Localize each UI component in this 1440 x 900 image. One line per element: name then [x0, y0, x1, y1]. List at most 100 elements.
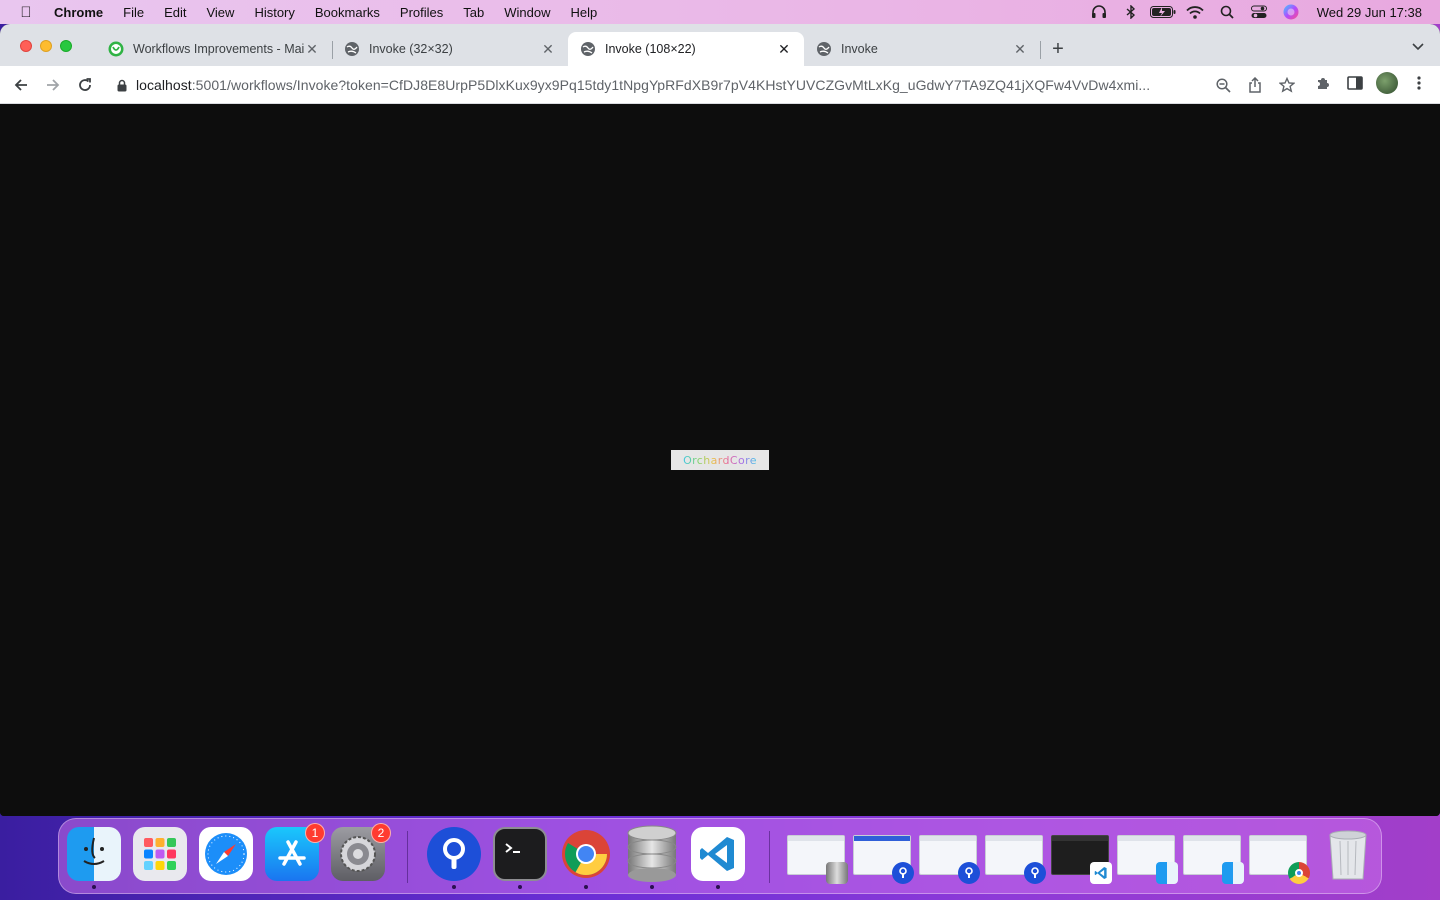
menu-file[interactable]: File [113, 5, 154, 20]
chrome-icon [559, 827, 613, 881]
lock-icon[interactable] [108, 79, 136, 92]
dock-finder[interactable] [67, 827, 123, 889]
tab-separator [1040, 41, 1041, 59]
chrome-menu-icon[interactable] [1406, 70, 1432, 96]
menu-profiles[interactable]: Profiles [390, 5, 453, 20]
menu-bookmarks[interactable]: Bookmarks [305, 5, 390, 20]
finder-icon [67, 827, 121, 881]
close-tab-icon[interactable]: ✕ [776, 41, 792, 58]
menu-edit[interactable]: Edit [154, 5, 196, 20]
battery-icon[interactable] [1147, 0, 1179, 24]
menu-tab[interactable]: Tab [453, 5, 494, 20]
side-panel-icon[interactable] [1342, 70, 1368, 96]
extensions-puzzle-icon[interactable] [1310, 70, 1336, 96]
minimized-window-thumbnail[interactable] [853, 835, 914, 884]
notification-badge: 1 [305, 823, 325, 843]
share-icon[interactable] [1242, 72, 1268, 98]
running-indicator [518, 885, 522, 889]
tab-title: Workflows Improvements - Mai [133, 42, 304, 56]
minimized-window-thumbnail[interactable] [1051, 835, 1112, 884]
headphones-icon[interactable] [1083, 0, 1115, 24]
rendered-image: OrchardCore [671, 450, 769, 470]
minimized-window-thumbnail[interactable] [787, 835, 848, 884]
close-window-button[interactable] [20, 40, 32, 52]
profile-avatar[interactable] [1374, 70, 1400, 96]
running-indicator [92, 885, 96, 889]
reload-button[interactable] [69, 69, 101, 101]
tab-invoke[interactable]: Invoke ✕ [804, 32, 1041, 66]
tab-invoke-108[interactable]: Invoke (108×22) ✕ [568, 32, 804, 66]
menu-bar-clock[interactable]: Wed 29 Jun 17:38 [1307, 5, 1440, 20]
menu-history[interactable]: History [244, 5, 304, 20]
dock-database-app[interactable] [625, 825, 681, 889]
zoom-window-button[interactable] [60, 40, 72, 52]
chrome-window: Workflows Improvements - Mai ✕ Invoke (3… [0, 24, 1440, 816]
bluetooth-icon[interactable] [1115, 0, 1147, 24]
menu-view[interactable]: View [196, 5, 244, 20]
minimized-window-thumbnail[interactable] [1249, 835, 1310, 884]
chrome-icon [1288, 862, 1310, 884]
tab-workflows-improvements[interactable]: Workflows Improvements - Mai ✕ [96, 32, 333, 66]
tabs: Workflows Improvements - Mai ✕ Invoke (3… [96, 32, 1076, 66]
bookmark-star-icon[interactable] [1274, 72, 1300, 98]
menu-window[interactable]: Window [494, 5, 560, 20]
browser-toolbar: localhost:5001/workflows/Invoke?token=Cf… [0, 66, 1440, 104]
back-button[interactable] [5, 69, 37, 101]
siri-icon[interactable] [1275, 0, 1307, 24]
zoom-out-icon[interactable] [1210, 72, 1236, 98]
dock-separator [407, 831, 408, 883]
spotlight-search-icon[interactable] [1211, 0, 1243, 24]
close-tab-icon[interactable]: ✕ [540, 41, 556, 58]
safari-compass-icon [199, 827, 253, 881]
close-tab-icon[interactable]: ✕ [1012, 41, 1028, 58]
wifi-icon[interactable] [1179, 0, 1211, 24]
url-text[interactable]: localhost:5001/workflows/Invoke?token=Cf… [136, 77, 1202, 93]
minimize-window-button[interactable] [40, 40, 52, 52]
globe-icon [344, 41, 360, 57]
menu-app-name[interactable]: Chrome [44, 5, 113, 20]
running-indicator [452, 885, 456, 889]
dock-trash[interactable] [1321, 827, 1377, 883]
vscode-icon [1090, 862, 1112, 884]
terminal-icon [493, 827, 547, 881]
dock-system-preferences[interactable]: 2 [331, 823, 391, 883]
dock-vscode[interactable] [691, 827, 747, 889]
sourcetree-icon [1024, 862, 1046, 884]
finder-icon [1156, 862, 1178, 884]
minimized-window-thumbnail[interactable] [985, 835, 1046, 884]
apple-menu-icon[interactable]:  [8, 4, 44, 21]
control-center-icon[interactable] [1243, 0, 1275, 24]
window-controls [20, 40, 72, 52]
tab-title: Invoke [841, 42, 878, 56]
sourcetree-icon [427, 827, 481, 881]
tab-title: Invoke (32×32) [369, 42, 453, 56]
minimized-window-thumbnail[interactable] [919, 835, 980, 884]
address-bar[interactable]: localhost:5001/workflows/Invoke?token=Cf… [108, 70, 1300, 100]
forward-button[interactable] [37, 69, 69, 101]
app-logo-icon [108, 41, 124, 57]
url-path: :5001/workflows/Invoke?token=CfDJ8E8UrpP… [191, 77, 1151, 93]
running-indicator [584, 885, 588, 889]
macos-menu-bar:  Chrome File Edit View History Bookmark… [0, 0, 1440, 24]
trash-icon [1321, 827, 1375, 881]
dock-app-store[interactable]: 1 [265, 823, 325, 883]
dock-sourcetree[interactable] [427, 827, 483, 889]
sourcetree-icon [892, 862, 914, 884]
minimized-window-thumbnail[interactable] [1183, 835, 1244, 884]
dock-separator [769, 831, 770, 883]
close-tab-icon[interactable]: ✕ [304, 41, 320, 58]
dock-safari[interactable] [199, 827, 255, 883]
menu-help[interactable]: Help [561, 5, 608, 20]
macos-dock: 1 2 [58, 818, 1382, 894]
finder-icon [1222, 862, 1244, 884]
dock-chrome[interactable] [559, 827, 615, 889]
new-tab-button[interactable]: + [1040, 32, 1076, 66]
dock-terminal[interactable] [493, 827, 549, 889]
database-icon [826, 862, 848, 884]
tab-invoke-32[interactable]: Invoke (32×32) ✕ [332, 32, 568, 66]
vscode-icon [691, 827, 745, 881]
dock-launchpad[interactable] [133, 827, 189, 883]
tab-search-chevron-icon[interactable] [1412, 40, 1424, 54]
running-indicator [716, 885, 720, 889]
minimized-window-thumbnail[interactable] [1117, 835, 1178, 884]
